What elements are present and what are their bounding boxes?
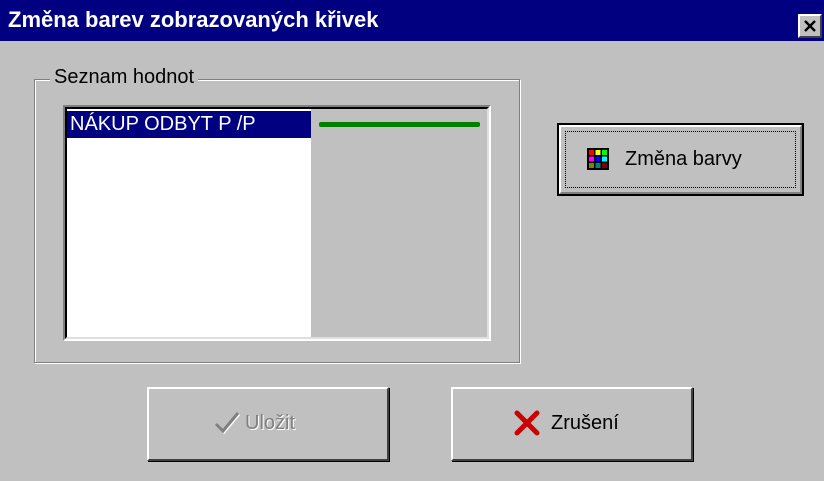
- values-listbox[interactable]: NÁKUP ODBYT P /P: [63, 105, 491, 341]
- values-group-label: Seznam hodnot: [50, 66, 199, 89]
- change-color-button[interactable]: Změna barvy: [557, 123, 804, 196]
- title-bar[interactable]: Změna barev zobrazovaných křivek: [0, 0, 824, 41]
- window-title: Změna barev zobrazovaných křivek: [8, 7, 379, 32]
- list-item[interactable]: NÁKUP ODBYT P /P: [67, 111, 311, 138]
- list-text-column: [67, 109, 311, 337]
- save-button[interactable]: Uložit: [147, 387, 389, 461]
- color-palette-icon: [587, 148, 609, 170]
- cancel-label: Zrušení: [551, 412, 619, 434]
- save-label: Uložit: [245, 412, 296, 434]
- change-color-label: Změna barvy: [625, 148, 742, 170]
- dialog-window: Změna barev zobrazovaných křivek Seznam …: [0, 0, 824, 481]
- close-icon: [804, 20, 816, 32]
- cancel-button[interactable]: Zrušení: [451, 387, 693, 461]
- curve-color-swatch[interactable]: [319, 122, 480, 127]
- checkmark-icon: [214, 412, 241, 435]
- close-button[interactable]: [798, 14, 822, 38]
- red-x-icon: [514, 410, 540, 436]
